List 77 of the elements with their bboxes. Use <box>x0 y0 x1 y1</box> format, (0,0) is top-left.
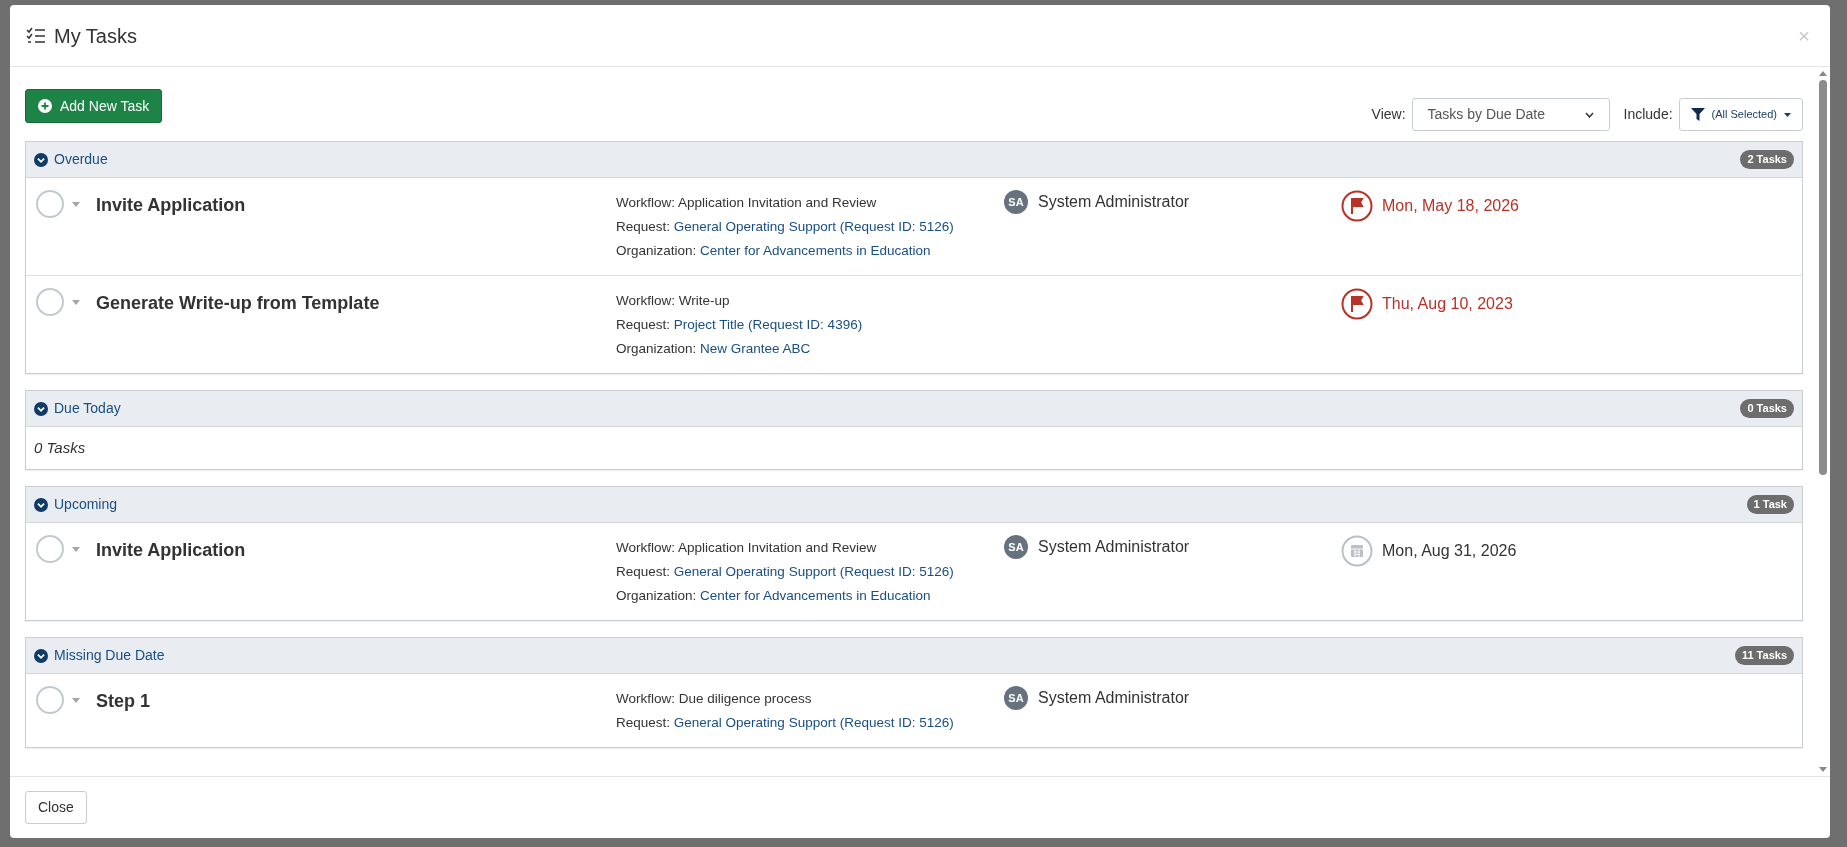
view-select[interactable]: Tasks by Due Date <box>1411 98 1610 131</box>
request-link[interactable]: General Operating Support (Request ID: 5126) <box>673 564 954 579</box>
caret-icon[interactable] <box>72 202 80 207</box>
flag-icon <box>1341 190 1373 222</box>
assignee-avatar: SA <box>1004 190 1028 214</box>
section-title: Missing Due Date <box>54 646 165 665</box>
workflow-name: Application Invitation and Review <box>678 540 877 555</box>
section-title: Due Today <box>54 399 121 418</box>
caret-icon[interactable] <box>72 698 80 703</box>
workflow-label: Workflow: <box>616 540 675 555</box>
section-header[interactable]: Missing Due Date 11 Tasks <box>26 638 1802 674</box>
workflow-name: Due diligence process <box>678 691 812 706</box>
request-label: Request: <box>616 317 671 332</box>
flag-icon <box>1341 288 1373 320</box>
complete-toggle[interactable] <box>36 535 64 563</box>
section-title: Overdue <box>54 150 108 169</box>
organization-label: Organization: <box>616 341 697 356</box>
caret-icon <box>1784 112 1791 117</box>
close-dialog-button[interactable]: Close <box>25 791 87 824</box>
task-count-badge: 0 Tasks <box>1740 399 1794 418</box>
organization-label: Organization: <box>616 243 697 258</box>
add-task-button[interactable]: Add New Task <box>25 89 163 123</box>
request-label: Request: <box>616 564 671 579</box>
task-count-badge: 11 Tasks <box>1734 646 1794 665</box>
calendar-icon <box>1341 535 1373 567</box>
assignee-name: System Administrator <box>1038 192 1190 212</box>
section-header[interactable]: Upcoming 1 Task <box>26 487 1802 523</box>
filter-icon <box>1690 108 1705 121</box>
due-date: Mon, Aug 31, 2026 <box>1382 541 1517 561</box>
workflow-label: Workflow: <box>616 691 675 706</box>
task-count-badge: 2 Tasks <box>1740 150 1794 169</box>
request-label: Request: <box>616 715 671 730</box>
chevron-icon <box>34 401 48 416</box>
scroll-up-icon[interactable] <box>1818 71 1827 76</box>
task-title[interactable]: Generate Write-up from Template <box>96 290 380 317</box>
task-title[interactable]: Invite Application <box>96 192 246 219</box>
workflow-name: Write-up <box>678 293 730 308</box>
chevron-icon <box>34 497 48 512</box>
request-link[interactable]: General Operating Support (Request ID: 5126) <box>673 715 954 730</box>
chevron-down-icon <box>1584 111 1594 118</box>
section-header[interactable]: Overdue 2 Tasks <box>26 142 1802 178</box>
complete-toggle[interactable] <box>36 190 64 218</box>
task-title[interactable]: Step 1 <box>96 688 151 715</box>
chevron-icon <box>34 648 48 663</box>
complete-toggle[interactable] <box>36 686 64 714</box>
plus-circle-icon <box>38 99 52 113</box>
organization-link[interactable]: Center for Advancements in Education <box>700 588 931 603</box>
caret-icon[interactable] <box>72 300 80 305</box>
organization-link[interactable]: New Grantee ABC <box>700 341 811 356</box>
workflow-name: Application Invitation and Review <box>678 195 877 210</box>
request-label: Request: <box>616 219 671 234</box>
assignee-name: System Administrator <box>1038 688 1190 708</box>
checklist-icon <box>26 26 46 45</box>
due-date: Mon, May 18, 2026 <box>1382 196 1519 216</box>
due-date: Thu, Aug 10, 2023 <box>1382 294 1513 314</box>
include-filter-button[interactable]: (All Selected) <box>1678 98 1803 131</box>
caret-icon[interactable] <box>72 547 80 552</box>
assignee-name: System Administrator <box>1038 537 1190 557</box>
workflow-label: Workflow: <box>616 195 675 210</box>
workflow-label: Workflow: <box>616 293 675 308</box>
request-link[interactable]: Project Title (Request ID: 4396) <box>673 317 863 332</box>
task-title[interactable]: Invite Application <box>96 537 246 564</box>
scroll-down-icon[interactable] <box>1818 767 1827 772</box>
section-title: Upcoming <box>54 495 118 514</box>
chevron-icon <box>34 152 48 167</box>
empty-message: 0 Tasks <box>34 439 86 456</box>
view-label: View: <box>1371 105 1406 124</box>
section-header[interactable]: Due Today 0 Tasks <box>26 391 1802 427</box>
request-link[interactable]: General Operating Support (Request ID: 5126) <box>673 219 954 234</box>
dialog-title: My Tasks <box>54 23 137 49</box>
organization-link[interactable]: Center for Advancements in Education <box>700 243 931 258</box>
include-label: Include: <box>1623 105 1673 124</box>
organization-label: Organization: <box>616 588 697 603</box>
complete-toggle[interactable] <box>36 288 64 316</box>
task-count-badge: 1 Task <box>1746 495 1794 514</box>
assignee-avatar: SA <box>1004 686 1028 710</box>
assignee-avatar: SA <box>1004 535 1028 559</box>
